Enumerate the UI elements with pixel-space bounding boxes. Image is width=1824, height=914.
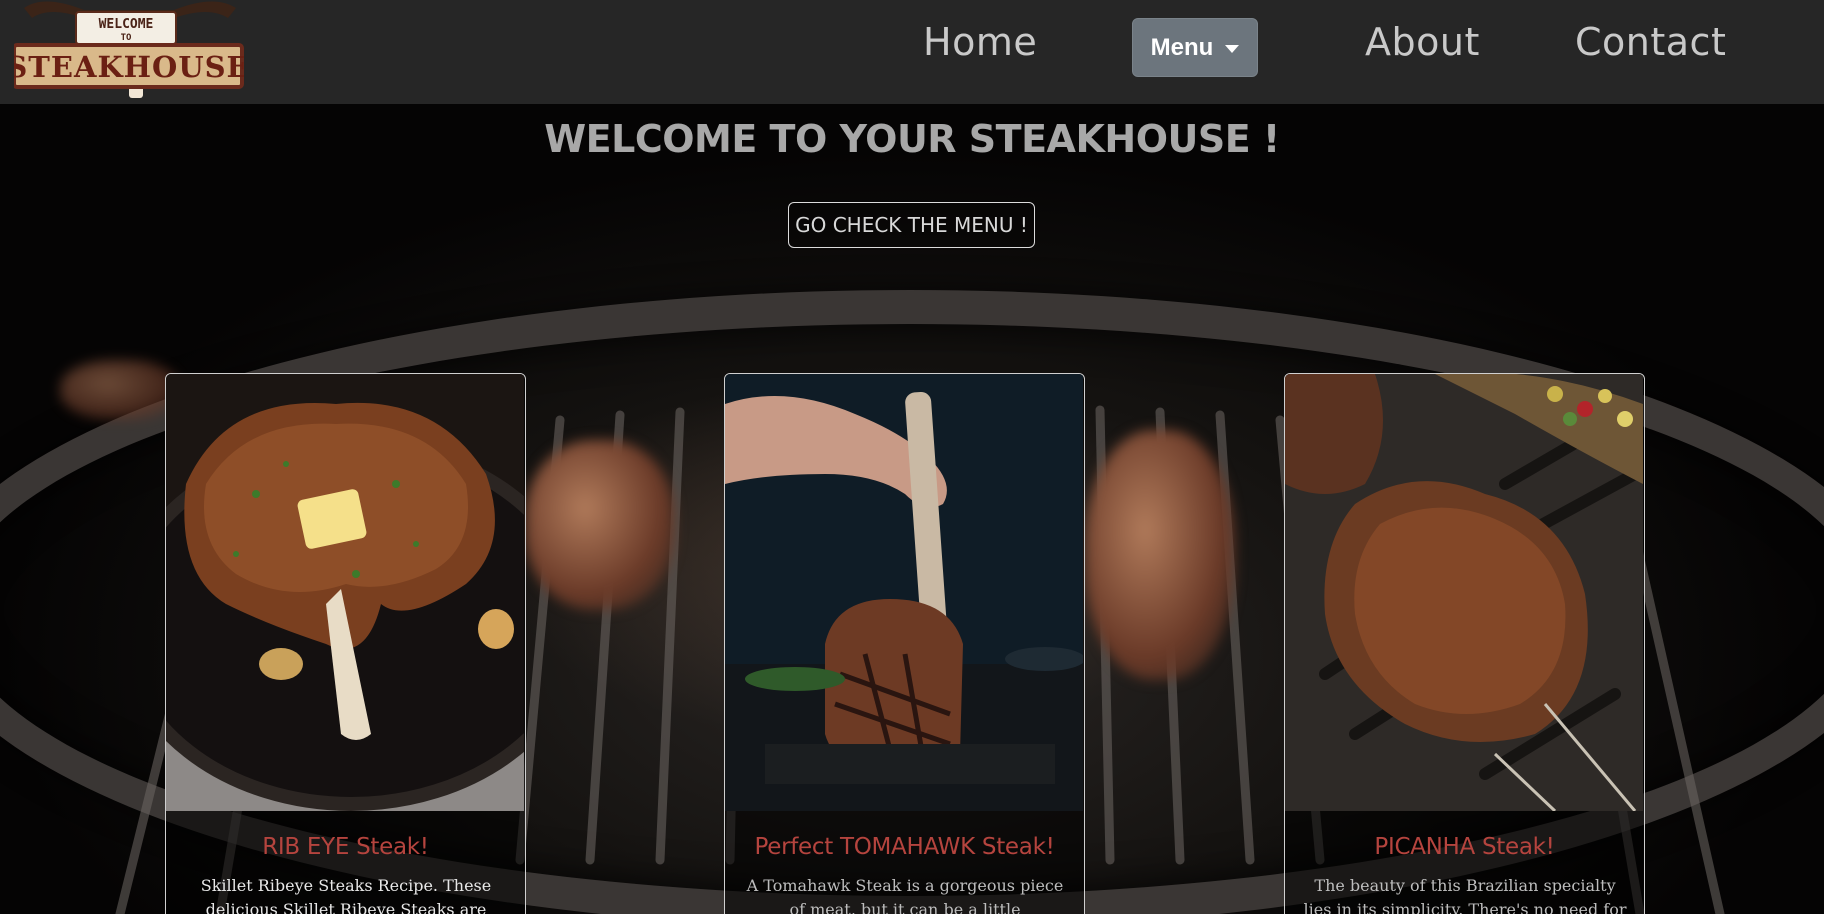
svg-text:TO: TO [121,33,132,43]
svg-text:WELCOME: WELCOME [99,17,154,32]
blurred-steak-right [1085,430,1235,680]
caret-down-icon [1225,44,1240,53]
navbar: WELCOME TO STEAKHOUSE Home Menu About Co… [0,0,1824,104]
tomahawk-steak-image [725,374,1083,811]
card-picanha[interactable]: PICANHA Steak! The beauty of this Brazil… [1284,373,1645,914]
steakhouse-logo[interactable]: WELCOME TO STEAKHOUSE [6,0,249,100]
card-description: The beauty of this Brazilian specialty l… [1303,876,1627,914]
blurred-steak-far-left [60,360,180,420]
blurred-steak-left [525,440,675,610]
nav-contact-link[interactable]: Contact [1575,20,1726,64]
nav-home-link[interactable]: Home [923,20,1037,64]
card-title: RIB EYE Steak! [262,834,429,860]
rib-eye-steak-image [166,374,524,811]
card-description: Skillet Ribeye Steaks Recipe. These deli… [200,876,492,914]
card-description: A Tomahawk Steak is a gorgeous piece of … [746,876,1064,914]
check-menu-button[interactable]: GO CHECK THE MENU ! [788,202,1035,248]
card-rib-eye[interactable]: RIB EYE Steak! Skillet Ribeye Steaks Rec… [165,373,526,914]
card-tomahawk[interactable]: Perfect TOMAHAWK Steak! A Tomahawk Steak… [724,373,1085,914]
picanha-steak-image [1285,374,1643,811]
menu-dropdown-button[interactable]: Menu [1132,18,1258,77]
card-title: Perfect TOMAHAWK Steak! [754,834,1055,860]
menu-button-label: Menu [1150,33,1214,61]
card-title: PICANHA Steak! [1374,834,1555,860]
nav-about-link[interactable]: About [1365,20,1480,64]
svg-text:STEAKHOUSE: STEAKHOUSE [14,50,244,84]
hero-title: WELCOME TO YOUR STEAKHOUSE ! [544,117,1280,161]
